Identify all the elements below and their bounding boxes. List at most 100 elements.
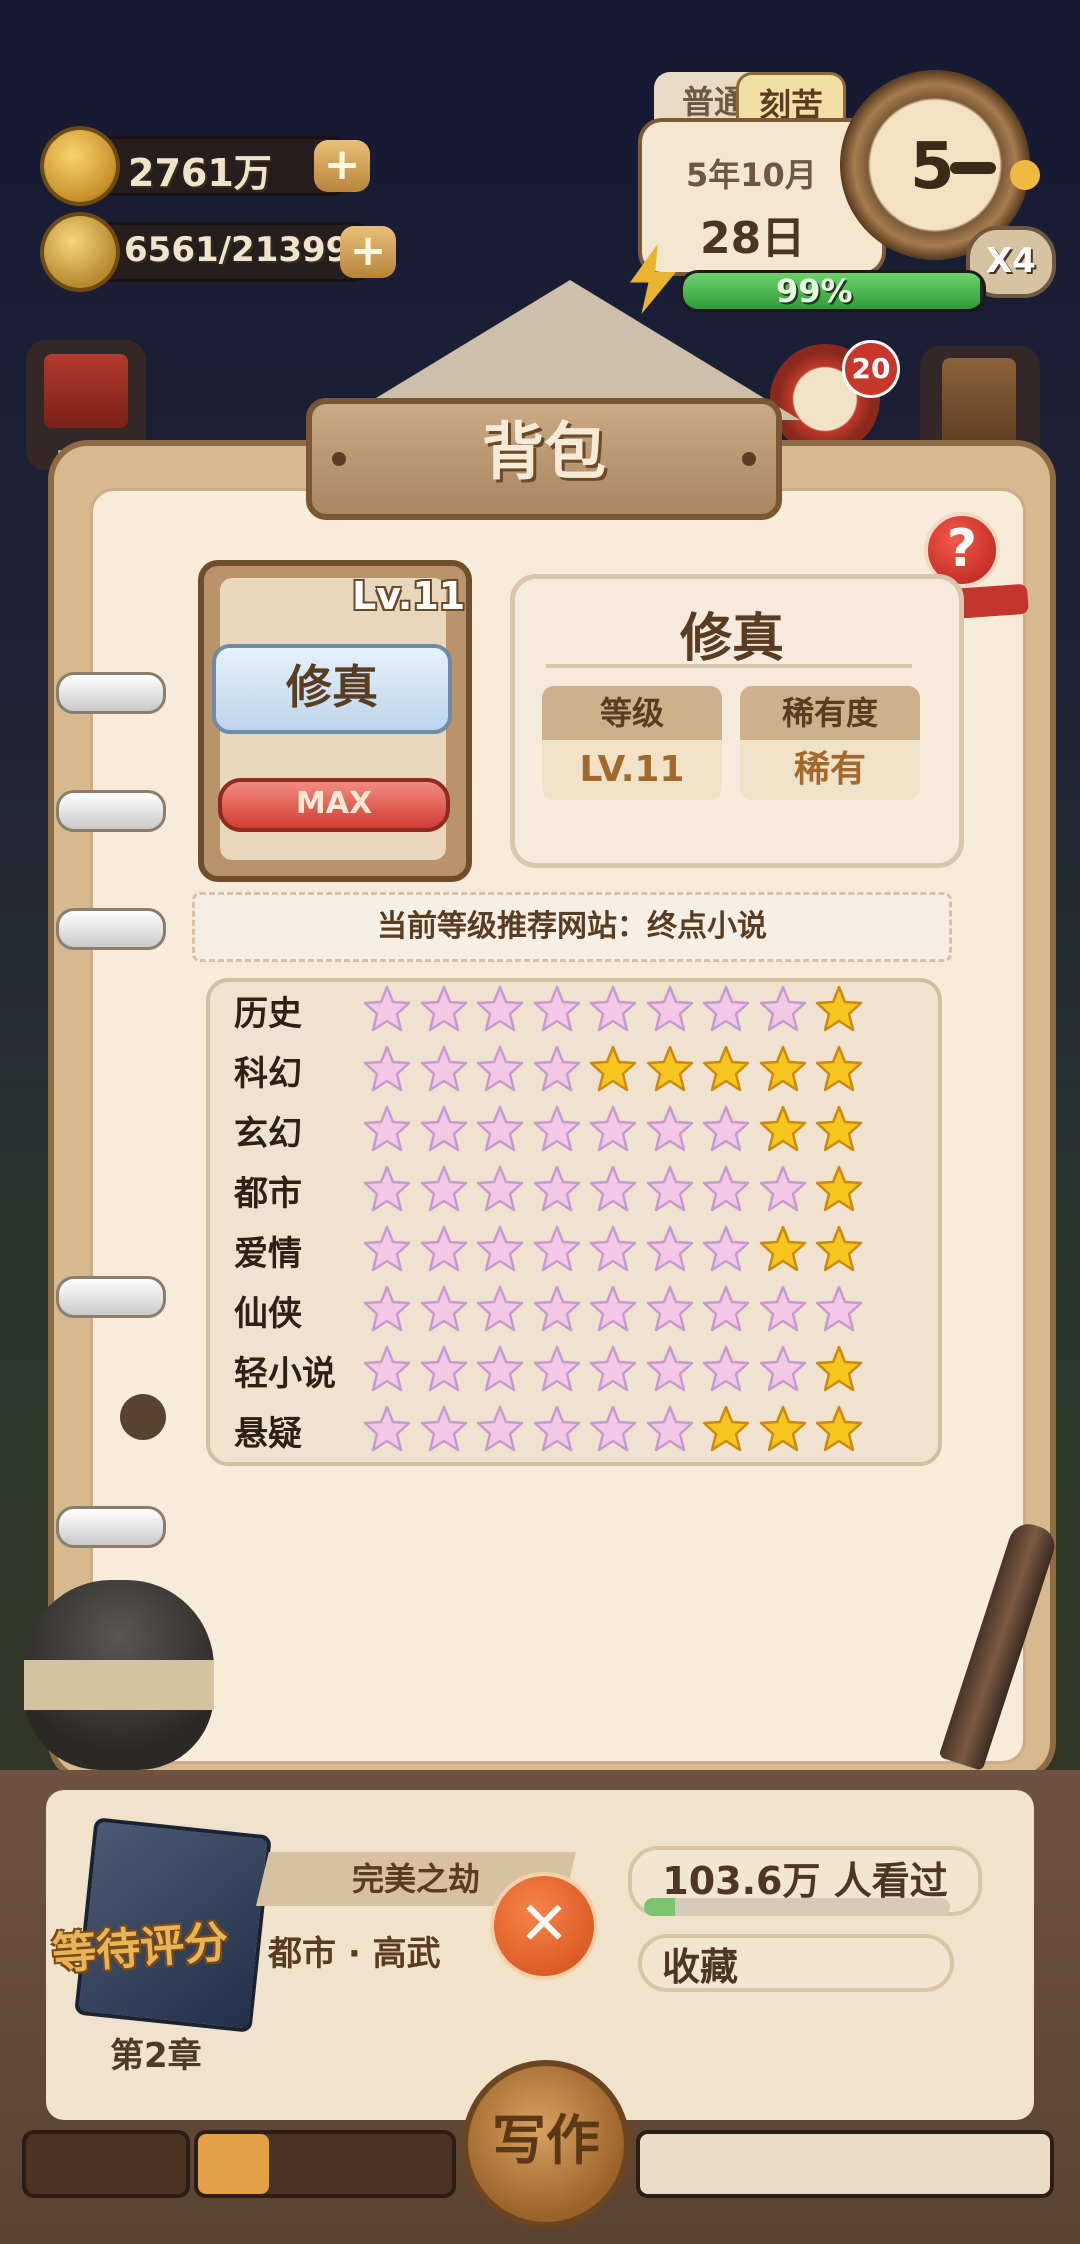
coin-amount: 2761万 <box>128 151 272 195</box>
recommend-banner: 当前等级推荐网站：终点小说 <box>192 892 952 962</box>
write-button[interactable]: 写作 <box>462 2060 630 2228</box>
gold-star-icon <box>815 1165 863 1212</box>
genre-label: 玄幻 <box>234 1114 302 1154</box>
pastel-star-icon <box>420 1045 467 1092</box>
collect-button[interactable]: 收藏 <box>638 1934 954 1992</box>
lightbulb-icon <box>44 216 116 288</box>
pastel-star-icon <box>646 1165 693 1212</box>
pastel-star-icon <box>646 1105 693 1152</box>
pastel-star-icon <box>363 1165 411 1212</box>
gold-star-icon <box>759 1105 806 1152</box>
pastel-star-icon <box>759 1285 806 1332</box>
level-value: LV.11 <box>542 740 722 800</box>
notification-badge: 20 <box>842 340 900 398</box>
backpack-title: 背包 <box>481 415 606 488</box>
pastel-star-icon <box>476 1165 524 1212</box>
genre-label: 悬疑 <box>234 1414 302 1454</box>
gold-star-icon <box>646 1045 693 1092</box>
ink-label <box>24 1660 214 1710</box>
gold-star-icon <box>815 1225 863 1272</box>
pastel-star-icon <box>589 1345 637 1392</box>
genre-label: 历史 <box>234 994 302 1034</box>
book-icon <box>44 354 128 428</box>
bottom-slot-left[interactable] <box>22 2130 190 2198</box>
pastel-star-icon <box>759 985 806 1032</box>
pastel-star-icon <box>420 1405 467 1452</box>
genre-label: 轻小说 <box>234 1354 336 1394</box>
rivet-right <box>742 452 756 466</box>
gold-star-icon <box>702 1045 750 1092</box>
binder-ring <box>56 790 166 832</box>
novel-status: 等待评分 <box>50 1916 230 1981</box>
genre-label: 爱情 <box>234 1234 302 1274</box>
bottom-progress-left <box>194 2130 456 2198</box>
add-coins-button[interactable]: + <box>314 140 370 192</box>
binder-ring <box>56 1276 166 1318</box>
binder-hole <box>120 1394 166 1440</box>
pastel-star-icon <box>702 1345 750 1392</box>
novel-chapter: 第2章 <box>110 2036 202 2076</box>
pastel-star-icon <box>533 1045 580 1092</box>
date-month: 5年10月 <box>686 156 817 194</box>
pastel-star-icon <box>476 1225 524 1272</box>
pastel-star-icon <box>363 1045 411 1092</box>
binder-ring <box>56 672 166 714</box>
pastel-star-icon <box>702 1165 750 1212</box>
bottom-progress-right <box>636 2130 1054 2198</box>
clock-hand-icon <box>950 162 996 174</box>
pastel-star-icon <box>646 1285 693 1332</box>
pastel-star-icon <box>646 1225 693 1272</box>
level-header: 等级 <box>542 686 722 740</box>
pastel-star-icon <box>476 985 524 1032</box>
door-icon <box>942 358 1016 448</box>
pastel-star-icon <box>533 1165 580 1212</box>
skill-name: 修真 <box>212 644 452 734</box>
add-exp-button[interactable]: + <box>340 226 396 278</box>
gold-star-icon <box>759 1045 806 1092</box>
progress-fill <box>198 2134 270 2194</box>
pastel-star-icon <box>589 1285 637 1332</box>
gold-star-icon <box>759 1225 806 1272</box>
pastel-star-icon <box>476 1105 524 1152</box>
pastel-star-icon <box>363 985 411 1032</box>
pastel-star-icon <box>815 1285 863 1332</box>
pastel-star-icon <box>363 1405 411 1452</box>
pastel-star-icon <box>420 1285 467 1332</box>
pastel-star-icon <box>476 1045 524 1092</box>
pastel-star-icon <box>533 1345 580 1392</box>
pastel-star-icon <box>420 1225 467 1272</box>
binder-ring <box>56 1506 166 1548</box>
pastel-star-icon <box>646 985 693 1032</box>
pastel-star-icon <box>646 1405 693 1452</box>
pastel-star-icon <box>759 1165 806 1212</box>
pastel-star-icon <box>702 985 750 1032</box>
views-progress-fill <box>644 1898 675 1916</box>
pastel-star-icon <box>533 1105 580 1152</box>
clock-number: 5 <box>910 130 955 204</box>
pastel-star-icon <box>589 1165 637 1212</box>
pastel-star-icon <box>759 1345 806 1392</box>
pastel-star-icon <box>589 1225 637 1272</box>
binder-ring <box>56 908 166 950</box>
pastel-star-icon <box>702 1105 750 1152</box>
close-button[interactable]: ✕ <box>490 1872 598 1980</box>
gold-star-icon <box>815 1405 863 1452</box>
gold-star-icon <box>702 1405 750 1452</box>
pastel-star-icon <box>702 1225 750 1272</box>
pastel-star-icon <box>533 1285 580 1332</box>
rarity-stat: 稀有度 稀有 <box>740 686 920 800</box>
novel-genre: 都市 · 高武 <box>268 1934 441 1974</box>
gold-star-icon <box>759 1405 806 1452</box>
pastel-star-icon <box>589 1405 637 1452</box>
exp-amount: 6561/21399 <box>124 230 350 270</box>
skill-progress-max: MAX <box>218 778 450 832</box>
genre-label: 仙侠 <box>234 1294 302 1334</box>
gold-star-icon <box>815 985 863 1032</box>
gold-star-icon <box>815 1045 863 1092</box>
pastel-star-icon <box>476 1285 524 1332</box>
pastel-star-icon <box>363 1105 411 1152</box>
pastel-star-icon <box>363 1285 411 1332</box>
rarity-header: 稀有度 <box>740 686 920 740</box>
views-progress <box>644 1898 950 1916</box>
skill-level-label: Lv.11 <box>352 574 466 618</box>
